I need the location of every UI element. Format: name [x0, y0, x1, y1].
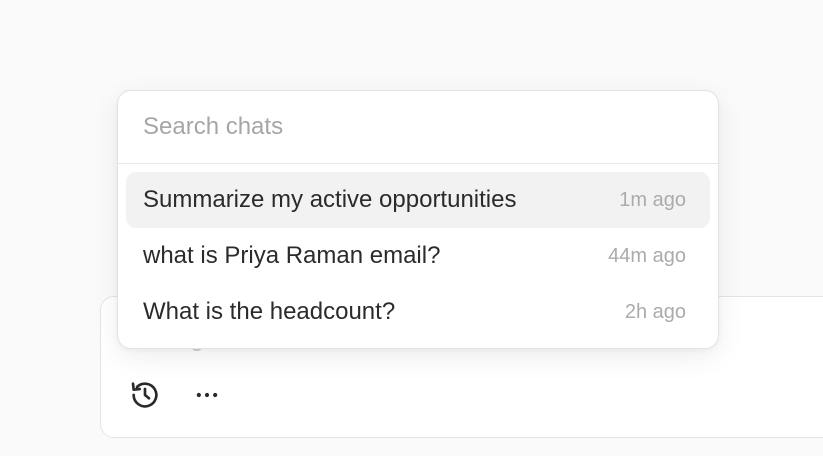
more-options-button[interactable]: [189, 377, 225, 413]
chat-title: Summarize my active opportunities: [143, 186, 517, 213]
history-icon: [131, 382, 158, 408]
search-chats-input[interactable]: [143, 113, 683, 141]
history-button[interactable]: [127, 377, 163, 413]
chat-item[interactable]: Summarize my active opportunities 1m ago: [126, 172, 710, 228]
chat-item[interactable]: What is the headcount? 2h ago: [126, 284, 710, 340]
composer-toolbar: [127, 377, 225, 413]
chat-search: [118, 91, 718, 164]
more-horizontal-icon: [196, 392, 218, 398]
chat-item[interactable]: what is Priya Raman email? 44m ago: [126, 228, 710, 284]
chat-timestamp: 1m ago: [619, 188, 686, 211]
chat-list: Summarize my active opportunities 1m ago…: [118, 164, 718, 340]
chat-timestamp: 2h ago: [624, 300, 686, 323]
chat-title: What is the headcount?: [143, 298, 396, 325]
chat-history-dropdown: Summarize my active opportunities 1m ago…: [117, 90, 719, 349]
chat-title: what is Priya Raman email?: [143, 242, 441, 269]
page: Summarize my active opportunities 1m ago…: [0, 0, 823, 456]
chat-timestamp: 44m ago: [608, 244, 686, 267]
